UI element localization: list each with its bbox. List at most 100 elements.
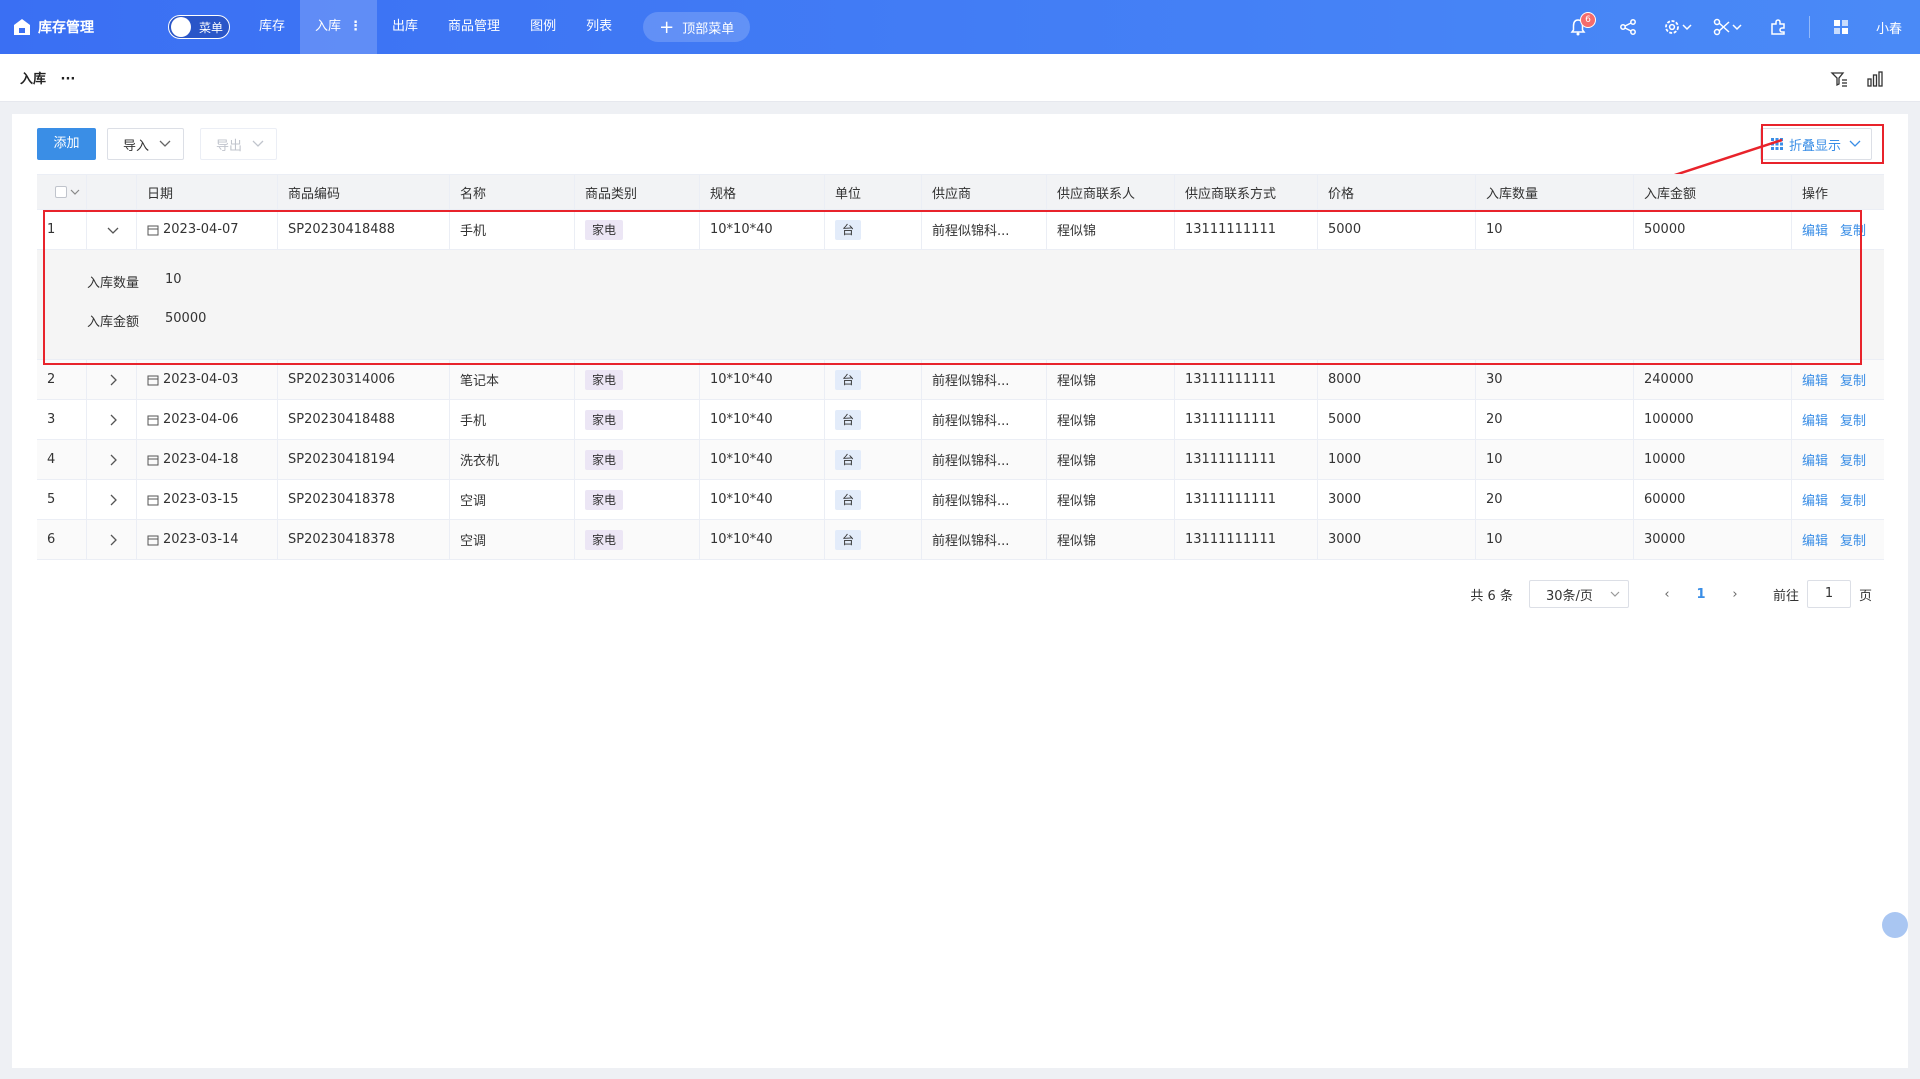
category-cell: 家电 — [575, 360, 700, 399]
expand-toggle[interactable] — [87, 440, 137, 479]
add-button[interactable]: 添加 — [37, 128, 96, 160]
table-row[interactable]: 1 2023-04-07 SP20230418488 手机 家电 10*10*40 台 前程似… — [37, 210, 1884, 250]
top-menu-button[interactable]: + 顶部菜单 — [643, 12, 751, 42]
spec-cell: 10*10*40 — [700, 400, 825, 439]
nav-item-outbound[interactable]: 出库 — [377, 0, 433, 54]
app-logo[interactable]: 库存管理 — [0, 17, 160, 37]
column-header-name[interactable]: 名称 — [450, 175, 575, 209]
goto-page-input[interactable]: 1 — [1806, 580, 1851, 608]
column-header-contact[interactable]: 供应商联系人 — [1047, 175, 1175, 209]
table-row[interactable]: 6 2023-03-14 SP20230418378 空调 家电 10*10*40 台 前程似… — [37, 520, 1884, 560]
expand-toggle[interactable] — [87, 210, 137, 249]
category-tag: 家电 — [585, 219, 624, 240]
column-header-code[interactable]: 商品编码 — [278, 175, 450, 209]
column-header-amount[interactable]: 入库金额 — [1634, 175, 1792, 209]
plugin-button[interactable] — [1753, 0, 1803, 54]
detail-value: 10 — [165, 272, 182, 287]
code-cell: SP20230418194 — [278, 440, 450, 479]
column-header-date[interactable]: 日期 — [137, 175, 278, 209]
detail-label: 入库数量 — [87, 276, 140, 291]
category-tag: 家电 — [585, 529, 624, 550]
copy-link[interactable]: 复制 — [1840, 220, 1866, 239]
copy-link[interactable]: 复制 — [1840, 450, 1866, 469]
apps-button[interactable] — [1816, 0, 1866, 54]
copy-link[interactable]: 复制 — [1840, 370, 1866, 389]
prev-page-icon[interactable]: ‹ — [1653, 587, 1681, 602]
next-page-icon[interactable]: › — [1721, 587, 1749, 602]
date-cell: 2023-04-03 — [137, 360, 278, 399]
table-row[interactable]: 2 2023-04-03 SP20230314006 笔记本 家电 10*10*40 台 前程… — [37, 360, 1884, 400]
bar-chart-icon[interactable] — [1866, 70, 1884, 88]
edit-link[interactable]: 编辑 — [1802, 450, 1828, 469]
menu-toggle[interactable]: 菜单 — [168, 15, 230, 39]
view-tools — [1830, 70, 1884, 88]
expand-toggle[interactable] — [87, 400, 137, 439]
calendar-icon — [147, 415, 159, 425]
column-header-category[interactable]: 商品类别 — [575, 175, 700, 209]
nav-item-list[interactable]: 列表 — [571, 0, 627, 54]
copy-link[interactable]: 复制 — [1840, 490, 1866, 509]
app-title: 库存管理 — [38, 20, 94, 36]
spec-cell: 10*10*40 — [700, 360, 825, 399]
edit-link[interactable]: 编辑 — [1802, 530, 1828, 549]
select-all[interactable] — [37, 175, 87, 209]
nav-item-inventory[interactable]: 库存 — [244, 0, 300, 54]
settings-button[interactable] — [1653, 0, 1703, 54]
nav-item-label: 入库 — [315, 19, 342, 34]
import-dropdown[interactable]: 导入 — [107, 128, 185, 160]
import-label: 导入 — [123, 138, 150, 154]
edit-link[interactable]: 编辑 — [1802, 410, 1828, 429]
page-suffix: 页 — [1858, 588, 1872, 604]
page-number-current[interactable]: 1 — [1687, 587, 1715, 602]
column-header-supplier[interactable]: 供应商 — [922, 175, 1047, 209]
nav-item-legend[interactable]: 图例 — [515, 0, 571, 54]
page-size-select[interactable]: 30条/页 — [1528, 580, 1629, 608]
chevron-down-icon — [252, 140, 264, 147]
nav-item-inbound[interactable]: 入库 ⋮ — [300, 0, 378, 54]
category-tag: 家电 — [585, 409, 624, 430]
breadcrumb-current[interactable]: 入库 — [20, 72, 46, 87]
floating-assistant-icon[interactable] — [1882, 912, 1908, 938]
more-vertical-icon[interactable]: ⋮ — [349, 19, 362, 34]
column-header-unit[interactable]: 单位 — [825, 175, 922, 209]
price-cell: 3000 — [1318, 520, 1476, 559]
copy-link[interactable]: 复制 — [1840, 530, 1866, 549]
supplier-cell: 前程似锦科... — [922, 400, 1047, 439]
column-header-quantity[interactable]: 入库数量 — [1476, 175, 1634, 209]
column-header-spec[interactable]: 规格 — [700, 175, 825, 209]
tools-button[interactable] — [1703, 0, 1753, 54]
column-header-price[interactable]: 价格 — [1318, 175, 1476, 209]
notification-button[interactable]: 6 — [1553, 0, 1603, 54]
user-menu[interactable]: 小春 — [1866, 18, 1920, 37]
actions-cell: 编辑 复制 — [1792, 480, 1884, 519]
name-cell: 洗衣机 — [450, 440, 575, 479]
edit-link[interactable]: 编辑 — [1802, 220, 1828, 239]
filter-icon[interactable] — [1830, 70, 1848, 88]
table-row[interactable]: 4 2023-04-18 SP20230418194 洗衣机 家电 10*10*40 台 前程… — [37, 440, 1884, 480]
price-cell: 5000 — [1318, 210, 1476, 249]
table-row[interactable]: 3 2023-04-06 SP20230418488 手机 家电 10*10*40 台 前程似… — [37, 400, 1884, 440]
quantity-cell: 20 — [1476, 480, 1634, 519]
share-button[interactable] — [1603, 0, 1653, 54]
amount-cell: 60000 — [1634, 480, 1792, 519]
code-cell: SP20230418378 — [278, 480, 450, 519]
select-all-checkbox[interactable] — [55, 186, 67, 198]
actions-cell: 编辑 复制 — [1792, 440, 1884, 479]
table-row[interactable]: 5 2023-03-15 SP20230418378 空调 家电 10*10*40 台 前程似… — [37, 480, 1884, 520]
expand-toggle[interactable] — [87, 480, 137, 519]
breadcrumb-more-icon[interactable]: ··· — [61, 72, 76, 87]
chevron-down-icon — [159, 140, 171, 147]
nav-item-product-management[interactable]: 商品管理 — [433, 0, 515, 54]
expanded-row-detail: 入库数量 10 入库金额 50000 — [37, 250, 1884, 360]
expand-toggle[interactable] — [87, 360, 137, 399]
copy-link[interactable]: 复制 — [1840, 410, 1866, 429]
edit-link[interactable]: 编辑 — [1802, 370, 1828, 389]
code-cell: SP20230418378 — [278, 520, 450, 559]
edit-link[interactable]: 编辑 — [1802, 490, 1828, 509]
expand-toggle[interactable] — [87, 520, 137, 559]
unit-cell: 台 — [825, 400, 922, 439]
chevron-right-icon — [110, 454, 117, 465]
export-dropdown[interactable]: 导出 — [200, 128, 278, 160]
breadcrumb-bar: 入库 ··· — [0, 54, 1920, 102]
column-header-phone[interactable]: 供应商联系方式 — [1175, 175, 1318, 209]
